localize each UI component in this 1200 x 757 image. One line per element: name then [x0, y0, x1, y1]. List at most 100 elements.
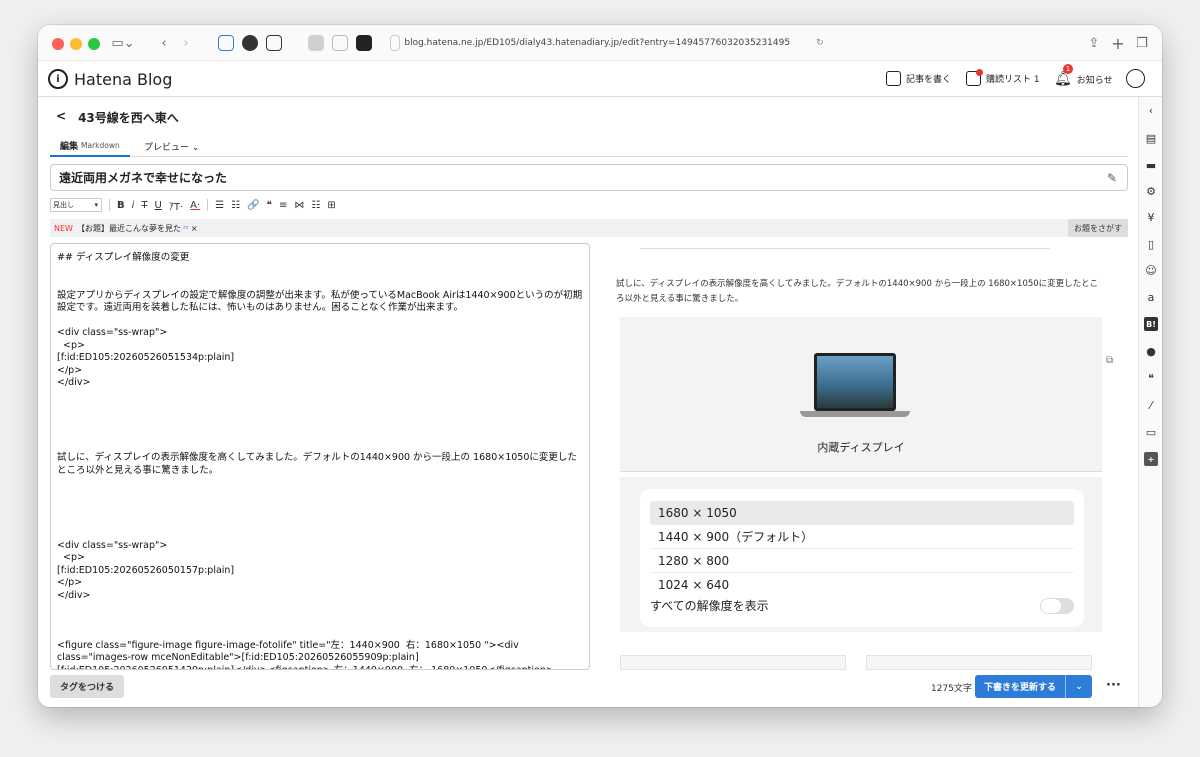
extension-app-icon[interactable] [332, 35, 348, 51]
zoom-window-button[interactable] [88, 38, 100, 50]
tab-preview-label: プレビュー ⌄ [144, 142, 200, 153]
link-icon[interactable]: 🔗 [247, 200, 259, 211]
quote-icon[interactable]: ❝ [267, 200, 272, 211]
thumbnail-image [620, 655, 846, 670]
tab-edit[interactable]: 編集 Markdown [50, 135, 130, 157]
update-draft-button[interactable]: 下書きを更新する ⌄ [975, 675, 1092, 698]
address-bar[interactable]: blog.hatena.ne.jp/ED105/dialy43.hatenadi… [388, 32, 840, 54]
share-icon[interactable]: ⇪ [1086, 34, 1102, 52]
display-label: 内蔵ディスプレイ [817, 441, 905, 454]
preview-screenshot-display: 内蔵ディスプレイ [620, 317, 1102, 472]
text-color-button[interactable]: A· [190, 200, 200, 211]
more-options-icon[interactable]: ··· [1106, 678, 1121, 693]
laptop-image [800, 353, 910, 427]
markdown-editor[interactable]: ## ディスプレイ解像度の変更 設定アプリからディスプレイの設定で解像度の調整が… [50, 243, 590, 670]
sidebar-toggle-icon[interactable]: ▭⌄ [108, 34, 138, 52]
new-badge: NEW [54, 223, 73, 233]
subscription-badge [976, 69, 983, 76]
close-window-button[interactable] [52, 38, 64, 50]
bullet-list-button[interactable]: ☰ [215, 200, 224, 211]
heading-select[interactable]: 見出し ▾ [50, 198, 102, 212]
yen-icon[interactable]: ¥ [1144, 210, 1158, 224]
find-topic-button[interactable]: お題をさがす [1068, 219, 1128, 237]
url-text: blog.hatena.ne.jp/ED105/dialy43.hatenadi… [404, 38, 791, 48]
underline-button[interactable]: U [155, 200, 162, 211]
resolution-option: 1680 × 1050 [650, 501, 1074, 525]
quote-block-icon[interactable]: ❝ [1144, 371, 1158, 385]
chevron-down-icon: ▾ [94, 201, 98, 209]
forward-nav-icon[interactable]: › [178, 34, 194, 52]
align-icon[interactable]: ≡ [279, 200, 287, 211]
update-draft-label: 下書きを更新する [983, 683, 1056, 693]
bold-button[interactable]: B [117, 200, 125, 211]
tabs-overview-icon[interactable]: ❐ [1134, 34, 1150, 52]
preview-screenshot-resolution: 1680 × 1050 1440 × 900（デフォルト） 1280 × 800… [620, 477, 1102, 632]
copy-icon[interactable]: ⧉ [1106, 355, 1113, 366]
editor-tabs: 編集 Markdown プレビュー ⌄ [50, 135, 1128, 157]
edit-mode-label: Markdown [81, 140, 120, 150]
preview-pane[interactable]: 試しに、ディスプレイの表示解像度を高くしてみました。デフォルトの1440×900… [616, 243, 1116, 670]
logo-text: Hatena Blog [74, 69, 173, 89]
list-format-icon[interactable]: ☷ [311, 200, 320, 211]
amazon-icon[interactable]: a [1144, 290, 1158, 304]
collapse-sidebar-icon[interactable]: ‹ [1144, 103, 1158, 117]
save-options-chevron-icon[interactable]: ⌄ [1065, 675, 1092, 698]
extension-gray-icon[interactable] [308, 35, 324, 51]
hatena-logo-icon: i [48, 69, 68, 89]
tab-preview[interactable]: プレビュー ⌄ [140, 135, 220, 157]
preview-prev-image-edge [640, 243, 1050, 249]
clipboard-icon[interactable]: ▭ [1144, 425, 1158, 439]
minimize-window-button[interactable] [70, 38, 82, 50]
subscription-icon [966, 69, 983, 86]
strikethrough-button[interactable]: T̶ [141, 200, 147, 211]
embed-icon[interactable]: ⋈ [294, 200, 304, 211]
extension-shield-icon[interactable] [218, 35, 234, 51]
github-icon[interactable]: ● [1144, 344, 1158, 358]
tab-edit-label: 編集 [60, 141, 79, 152]
extension-notion-icon[interactable] [266, 35, 282, 51]
hatena-logo[interactable]: i Hatena Blog [48, 69, 172, 89]
breadcrumb: < 43号線を西へ東へ [56, 109, 179, 126]
folder-icon[interactable]: ▬ [1144, 158, 1158, 172]
resolution-option: 1024 × 640 [658, 578, 730, 592]
document-icon[interactable]: ▯ [1144, 237, 1158, 251]
extension-dark-icon[interactable] [356, 35, 372, 51]
table-icon[interactable]: ⊞ [327, 200, 335, 211]
back-chevron-icon[interactable]: < [56, 109, 66, 126]
italic-button[interactable]: i [132, 200, 135, 211]
post-title-text: 遠近両用メガネで幸せになった [59, 171, 228, 185]
thumbnail-image [866, 655, 1092, 670]
preview-paragraph: 試しに、ディスプレイの表示解像度を高くしてみました。デフォルトの1440×900… [616, 279, 1099, 304]
format-toolbar: 見出し ▾ B i T̶ U ｱT· A· ☰ ☷ 🔗 ❝ ≡ ⋈ ☷ ⊞ [50, 197, 336, 213]
brush-icon[interactable]: ⁄ [1144, 398, 1158, 412]
gear-icon[interactable]: ⚙ [1144, 184, 1158, 198]
editor-area: < 43号線を西へ東へ 編集 Markdown プレビュー ⌄ 遠近両用メガネで幸… [38, 97, 1138, 707]
user-avatar-icon[interactable] [1126, 69, 1145, 88]
subscription-list-link[interactable]: 購読リスト 1 [966, 69, 1040, 86]
extension-circle-icon[interactable] [242, 35, 258, 51]
photo-icon[interactable]: ▤ [1144, 131, 1158, 145]
new-tab-icon[interactable]: + [1110, 34, 1126, 53]
show-all-toggle [1040, 598, 1074, 614]
editor-sidebar: ‹ ▤ ▬ ⚙ ¥ ▯ ☺ a B! ● ❝ ⁄ ▭ + [1138, 97, 1162, 707]
resolution-option: 1280 × 800 [650, 549, 1074, 573]
add-tags-button[interactable]: タグをつける [50, 675, 124, 698]
topic-link[interactable]: 【お題】最近こんな夢を見た [77, 223, 181, 234]
add-plugin-icon[interactable]: + [1144, 452, 1158, 466]
hatena-bookmark-icon[interactable]: B! [1144, 317, 1158, 331]
pen-icon[interactable]: ✎ [1107, 171, 1117, 185]
blog-name[interactable]: 43号線を西へ東へ [78, 109, 179, 126]
users-icon[interactable]: ☺ [1144, 263, 1158, 277]
numbered-list-button[interactable]: ☷ [231, 200, 240, 211]
back-nav-icon[interactable]: ‹ [156, 34, 172, 52]
font-size-button[interactable]: ｱT· [169, 198, 183, 213]
post-title-input[interactable]: 遠近両用メガネで幸せになった ✎ [50, 164, 1128, 191]
resolution-option: 1440 × 900（デフォルト） [650, 525, 1074, 549]
show-all-label: すべての解像度を表示 [650, 599, 769, 613]
browser-toolbar: ▭⌄ ‹ › blog.hatena.ne.jp/ED105/dialy43.h… [38, 25, 1162, 61]
browser-window: ▭⌄ ‹ › blog.hatena.ne.jp/ED105/dialy43.h… [38, 25, 1162, 707]
notifications-link[interactable]: 🔔︎ お知らせ [1054, 71, 1113, 87]
write-post-link[interactable]: 記事を書く [886, 71, 951, 86]
reload-icon[interactable]: ↻ [816, 38, 824, 48]
topic-close-icon[interactable]: × [191, 224, 198, 233]
